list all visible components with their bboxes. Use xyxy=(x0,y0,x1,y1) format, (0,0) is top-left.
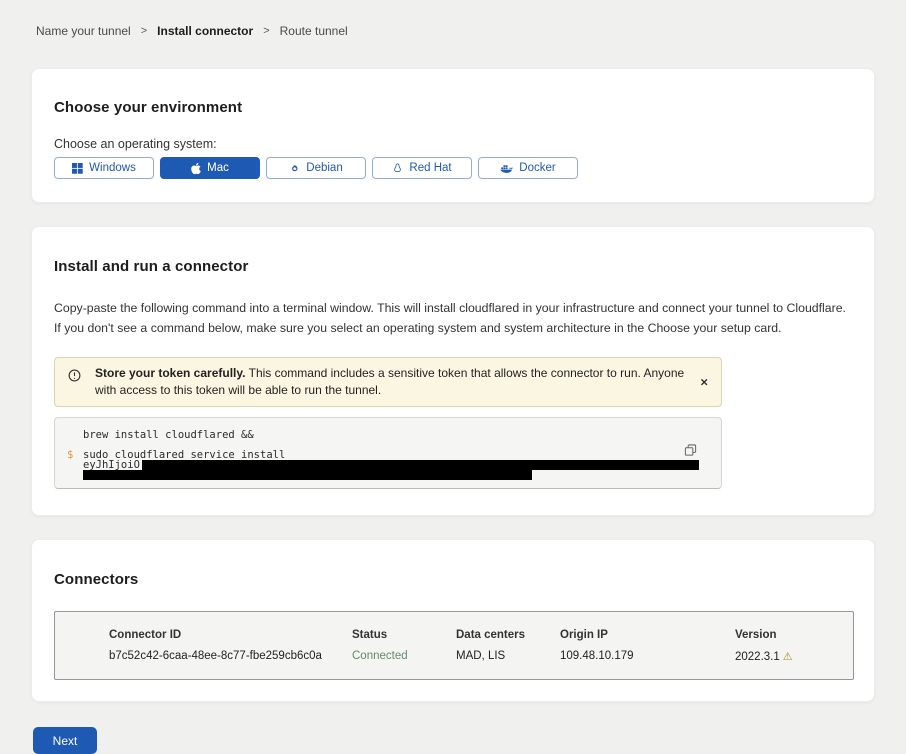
header-origin-ip: Origin IP xyxy=(560,629,735,641)
os-button-group: Windows Mac Debian Red Hat xyxy=(54,157,852,179)
connectors-card: Connectors Connector ID Status Data cent… xyxy=(31,539,875,702)
os-button-label: Docker xyxy=(519,162,555,174)
os-button-mac[interactable]: Mac xyxy=(160,157,260,179)
redaction-bar xyxy=(142,460,699,470)
docker-whale-icon xyxy=(500,163,513,174)
breadcrumb: Name your tunnel > Install connector > R… xyxy=(36,24,875,38)
cell-connector-id: b7c52c42-6caa-48ee-8c77-fbe259cb6c0a xyxy=(109,650,352,663)
breadcrumb-step-route-tunnel[interactable]: Route tunnel xyxy=(280,24,348,38)
token-warning-banner: Store your token carefully. This command… xyxy=(54,357,722,407)
next-button[interactable]: Next xyxy=(33,727,97,754)
install-command-codeblock: brew install cloudflared && $sudo cloudf… xyxy=(54,417,722,489)
table-header-row: Connector ID Status Data centers Origin … xyxy=(109,629,853,641)
cell-origin-ip: 109.48.10.179 xyxy=(560,650,735,663)
os-button-label: Mac xyxy=(207,162,229,174)
choose-environment-card: Choose your environment Choose an operat… xyxy=(31,68,875,203)
header-status: Status xyxy=(352,629,456,641)
breadcrumb-step-name-your-tunnel[interactable]: Name your tunnel xyxy=(36,24,131,38)
environment-card-title: Choose your environment xyxy=(54,99,852,116)
shell-prompt: $ xyxy=(67,450,73,460)
code-line-token-2 xyxy=(83,470,681,480)
debian-swirl-icon xyxy=(289,163,300,174)
os-button-label: Debian xyxy=(306,162,342,174)
connectors-card-title: Connectors xyxy=(54,571,852,588)
connector-card-title: Install and run a connector xyxy=(54,258,852,275)
connector-description: Copy-paste the following command into a … xyxy=(54,298,852,338)
copy-icon[interactable] xyxy=(684,444,697,457)
table-row: b7c52c42-6caa-48ee-8c77-fbe259cb6c0a Con… xyxy=(109,650,853,663)
page: Name your tunnel > Install connector > R… xyxy=(0,0,906,754)
cell-data-centers: MAD, LIS xyxy=(456,650,560,663)
redhat-penguin-icon xyxy=(392,162,403,174)
code-line-brew: brew install cloudflared && xyxy=(83,430,681,440)
cell-version: 2022.3.1⚠ xyxy=(735,650,853,663)
os-button-debian[interactable]: Debian xyxy=(266,157,366,179)
token-warning-text: Store your token carefully. This command… xyxy=(95,365,687,399)
connectors-table: Connector ID Status Data centers Origin … xyxy=(54,611,854,680)
os-button-label: Windows xyxy=(89,162,136,174)
chevron-separator: > xyxy=(263,25,269,37)
header-data-centers: Data centers xyxy=(456,629,560,641)
windows-icon xyxy=(72,163,83,174)
alert-circle-icon xyxy=(68,369,81,387)
os-button-docker[interactable]: Docker xyxy=(478,157,578,179)
os-select-label: Choose an operating system: xyxy=(54,137,852,151)
code-line-token: eyJhIjoiO xyxy=(83,460,681,470)
header-version: Version xyxy=(735,629,853,641)
header-connector-id: Connector ID xyxy=(109,629,352,641)
token-warning-bold: Store your token carefully. xyxy=(95,366,246,380)
breadcrumb-step-install-connector[interactable]: Install connector xyxy=(157,24,253,38)
redaction-bar xyxy=(83,470,532,480)
chevron-separator: > xyxy=(141,25,147,37)
warning-triangle-icon: ⚠ xyxy=(783,650,793,663)
os-button-redhat[interactable]: Red Hat xyxy=(372,157,472,179)
cell-status: Connected xyxy=(352,650,456,663)
close-icon[interactable]: × xyxy=(700,376,708,389)
os-button-label: Red Hat xyxy=(409,162,451,174)
install-connector-card: Install and run a connector Copy-paste t… xyxy=(31,226,875,516)
os-button-windows[interactable]: Windows xyxy=(54,157,154,179)
code-line-sudo: $sudo cloudflared service install xyxy=(83,450,681,460)
apple-icon xyxy=(191,162,201,175)
